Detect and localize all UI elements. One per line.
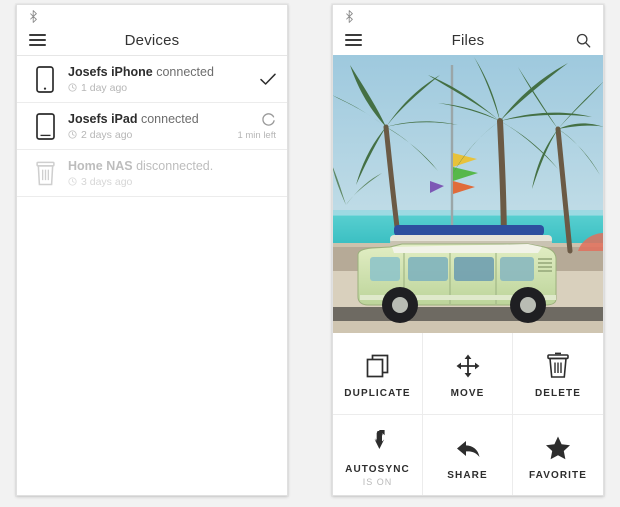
device-list: Josefs iPhone connected 1 day ago Josefs… (17, 56, 287, 197)
device-status-area (230, 73, 276, 86)
page-title: Files (451, 31, 485, 49)
device-state: connected (152, 64, 214, 79)
beach-van-photo[interactable] (333, 55, 603, 333)
iphone-icon (30, 65, 60, 93)
device-row-ipad[interactable]: Josefs iPad connected 2 days ago 1 min l… (17, 103, 287, 150)
clock-icon (68, 83, 77, 92)
duplicate-icon (365, 349, 391, 379)
device-timestamp: 1 day ago (81, 81, 128, 94)
device-subtitle-line: 1 day ago (68, 82, 230, 94)
device-name: Home NAS (68, 158, 133, 173)
action-duplicate[interactable]: DUPLICATE (333, 333, 423, 415)
bluetooth-icon (29, 10, 38, 23)
favorite-star-icon (544, 431, 572, 461)
device-row-iphone[interactable]: Josefs iPhone connected 1 day ago (17, 56, 287, 103)
device-title-line: Josefs iPhone connected (68, 65, 230, 80)
file-action-grid: DUPLICATE MOVE DELETE AUTOSYNC IS ON SHA… (333, 333, 603, 495)
action-label: DUPLICATE (344, 387, 411, 399)
device-name: Josefs iPhone (68, 64, 153, 79)
action-favorite[interactable]: FAVORITE (513, 415, 603, 495)
device-name: Josefs iPad (68, 111, 138, 126)
devices-panel: Devices Josefs iPhone connected 1 day ag… (16, 4, 288, 496)
files-panel: Files DUPLICATE MOVE DELETE AUTOSYNC IS … (332, 4, 604, 496)
device-eta: 1 min left (237, 129, 276, 141)
device-title-line: Josefs iPad connected (68, 112, 230, 127)
nas-server-icon (30, 160, 60, 186)
delete-trash-icon (546, 349, 570, 379)
appbar-actions (576, 33, 591, 48)
search-icon[interactable] (576, 33, 591, 48)
action-delete[interactable]: DELETE (513, 333, 603, 415)
device-text: Josefs iPad connected 2 days ago (60, 112, 230, 141)
autosync-bolt-icon (368, 425, 388, 455)
device-timestamp: 2 days ago (81, 128, 133, 141)
device-state: connected (137, 111, 199, 126)
files-statusbar (333, 5, 603, 25)
share-arrow-icon (455, 431, 481, 461)
devices-appbar: Devices (17, 25, 287, 55)
action-label: SHARE (447, 470, 488, 481)
sync-spinner-icon[interactable] (261, 112, 276, 127)
ipad-icon (30, 112, 60, 140)
hamburger-menu-icon[interactable] (345, 34, 362, 46)
hamburger-menu-icon[interactable] (29, 34, 46, 46)
check-icon[interactable] (260, 73, 276, 86)
clock-icon (68, 130, 77, 139)
action-label: FAVORITE (528, 470, 588, 481)
action-move[interactable]: MOVE (423, 333, 513, 415)
device-state: disconnected. (132, 158, 214, 173)
device-status-area: 1 min left (230, 112, 276, 141)
action-autosync[interactable]: AUTOSYNC IS ON (333, 415, 423, 495)
screenshot-stage: Devices Josefs iPhone connected 1 day ag… (0, 0, 620, 507)
move-icon (455, 349, 481, 379)
devices-statusbar (17, 5, 287, 25)
bluetooth-icon (345, 10, 354, 23)
device-text: Home NAS disconnected. 3 days ago (60, 159, 230, 188)
device-subtitle-line: 3 days ago (68, 176, 230, 188)
device-subtitle-line: 2 days ago (68, 129, 230, 141)
action-label: AUTOSYNC (345, 464, 410, 475)
page-title: Devices (124, 31, 180, 49)
action-label: MOVE (450, 387, 485, 399)
action-sublabel: IS ON (362, 477, 393, 487)
files-appbar: Files (333, 25, 603, 55)
action-label: DELETE (534, 387, 582, 399)
device-row-home-nas[interactable]: Home NAS disconnected. 3 days ago (17, 150, 287, 197)
clock-icon (68, 177, 77, 186)
device-timestamp: 3 days ago (81, 175, 133, 188)
action-share[interactable]: SHARE (423, 415, 513, 495)
device-title-line: Home NAS disconnected. (68, 159, 230, 174)
device-text: Josefs iPhone connected 1 day ago (60, 65, 230, 94)
